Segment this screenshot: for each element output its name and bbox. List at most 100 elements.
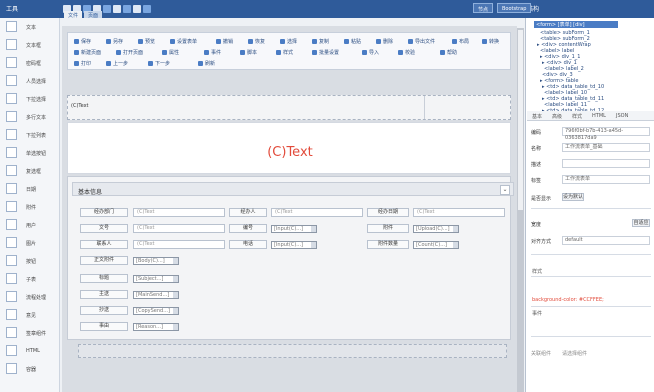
tool-html[interactable]: HTML xyxy=(4,342,58,360)
tree-selected-node[interactable]: <form> [表单] [div] xyxy=(534,21,618,28)
tab-basic[interactable]: 基本 xyxy=(532,113,542,120)
ribbon-validate[interactable]: 校验 xyxy=(398,48,415,56)
divider xyxy=(531,254,651,255)
field-attachment-count[interactable]: [Count(C)...] xyxy=(413,241,459,249)
tool-dropdown[interactable]: 下拉选择 xyxy=(4,90,58,108)
toolbox-panel: 文本 文本框 密码框 人员选择 下拉选择 多行文本 下拉列表 单选按钮 复选框 … xyxy=(0,18,60,392)
ribbon-refresh[interactable]: 刷新 xyxy=(198,59,215,67)
field-copy-send[interactable]: [CopySend...] xyxy=(133,307,179,315)
bootstrap-button[interactable]: Bootstrap xyxy=(497,3,532,13)
tool-attachment[interactable]: 附件 xyxy=(4,198,58,216)
prop-tag-field[interactable]: 工作流表单 xyxy=(562,175,650,184)
copy-icon[interactable] xyxy=(103,5,111,13)
text-placeholder-strip[interactable]: (C)Text xyxy=(67,95,511,120)
prop-desc-field[interactable] xyxy=(562,159,650,168)
ribbon-style[interactable]: 样式 xyxy=(276,48,293,56)
settings-icon[interactable] xyxy=(133,5,141,13)
tool-password[interactable]: 密码框 xyxy=(4,54,58,72)
prop-name-field[interactable]: 工作流表单_基础 xyxy=(562,143,650,152)
form-section-header[interactable]: 基本信息 xyxy=(72,182,514,196)
bottom-drop-zone[interactable] xyxy=(78,344,507,358)
tool-list[interactable]: 下拉列表 xyxy=(4,126,58,144)
field-phone[interactable]: [Input(C)...] xyxy=(271,241,317,249)
ribbon-help[interactable]: 帮助 xyxy=(440,48,457,56)
node-button[interactable]: 节点 xyxy=(473,3,494,13)
ribbon-properties[interactable]: 属性 xyxy=(162,48,179,56)
field-contact[interactable]: (C)Text xyxy=(133,240,225,249)
align-select[interactable]: default xyxy=(562,236,650,245)
label-department: 经办部门 xyxy=(80,208,128,217)
tab-html[interactable]: HTML xyxy=(592,113,606,119)
paste-icon[interactable] xyxy=(113,5,121,13)
field-serial[interactable]: [Input(C)...] xyxy=(271,225,317,233)
field-reason[interactable]: [Reason...] xyxy=(133,323,179,331)
ribbon-new-page[interactable]: 新建页面 xyxy=(74,48,101,56)
tool-flow[interactable]: 流程处理 xyxy=(4,288,58,306)
ribbon-open-page[interactable]: 打开页面 xyxy=(116,48,143,56)
tool-radio[interactable]: 单选按钮 xyxy=(4,144,58,162)
form-title-panel[interactable]: (C)Text xyxy=(67,122,511,174)
tool-text[interactable]: 文本 xyxy=(4,18,58,36)
ribbon-delete[interactable]: 删除 xyxy=(376,37,393,45)
help-icon[interactable] xyxy=(143,5,151,13)
ribbon-copy[interactable]: 复制 xyxy=(312,37,329,45)
ribbon-redo[interactable]: 恢复 xyxy=(248,37,265,45)
tool-button[interactable]: 按钮 xyxy=(4,252,58,270)
tool-person-picker[interactable]: 人员选择 xyxy=(4,72,58,90)
image-icon xyxy=(6,237,17,248)
field-handler[interactable]: (C)Text xyxy=(271,208,363,217)
ribbon-layout[interactable]: 布局 xyxy=(452,37,469,45)
field-subject[interactable]: [Subject...] xyxy=(133,275,179,283)
tool-container[interactable]: 容器 xyxy=(4,360,58,378)
ribbon-toolbar: 保存 另存 预览 设置表单 撤销 恢复 选择 复制 粘贴 删除 导出文件 布局 … xyxy=(67,32,511,70)
ribbon-import[interactable]: 导入 xyxy=(362,48,379,56)
field-doc-number[interactable]: (C)Text xyxy=(133,224,225,233)
css-code-text[interactable]: background-color: #CCFFEE; xyxy=(532,297,604,303)
collapse-icon[interactable]: ⌄ xyxy=(500,185,510,195)
auto-width-button[interactable]: 自适应 xyxy=(632,219,650,227)
tool-user[interactable]: 用户 xyxy=(4,216,58,234)
ribbon-convert[interactable]: 转换 xyxy=(482,37,499,45)
event-section-title: 事件 xyxy=(532,311,543,317)
ribbon-paste[interactable]: 粘贴 xyxy=(344,37,361,45)
ribbon-batch[interactable]: 批量设置 xyxy=(312,48,339,56)
tab-file[interactable]: 文件 xyxy=(64,11,83,19)
tool-signature[interactable]: 签章组件 xyxy=(4,324,58,342)
ribbon-events[interactable]: 事件 xyxy=(204,48,221,56)
field-department[interactable]: (C)Text xyxy=(133,208,225,217)
tool-comment[interactable]: 意见 xyxy=(4,306,58,324)
tool-date[interactable]: 日期 xyxy=(4,180,58,198)
ribbon-save[interactable]: 保存 xyxy=(74,37,91,45)
ribbon-prev-step[interactable]: 上一步 xyxy=(106,59,128,67)
ribbon-select[interactable]: 选择 xyxy=(280,37,297,45)
canvas-scrollbar[interactable] xyxy=(517,28,524,392)
field-body-attachment[interactable]: [Body(C)...] xyxy=(133,257,179,265)
ribbon-next-step[interactable]: 下一步 xyxy=(148,59,170,67)
prop-code-field[interactable]: 796f0bf-b7b-413-a45d-0363817da9 xyxy=(562,127,650,141)
tab-page[interactable]: 页面 xyxy=(84,11,103,19)
ribbon-preview[interactable]: 预览 xyxy=(138,37,155,45)
visibility-toggle-button[interactable]: 设为默认 xyxy=(562,193,584,201)
tab-json[interactable]: JSON xyxy=(616,113,628,119)
ribbon-form-settings[interactable]: 设置表单 xyxy=(170,37,197,45)
tab-style[interactable]: 样式 xyxy=(572,113,582,120)
field-attachment[interactable]: [Upload(C)...] xyxy=(413,225,459,233)
field-date[interactable]: (C)Text xyxy=(413,208,505,217)
label-body-attachment: 正文附件 xyxy=(80,256,128,265)
tool-subtable[interactable]: 子表 xyxy=(4,270,58,288)
tool-textbox[interactable]: 文本框 xyxy=(4,36,58,54)
related-component-picker[interactable]: 请选择组件 xyxy=(562,350,587,357)
prop-label-width: 宽度 xyxy=(531,222,542,228)
tab-advanced[interactable]: 高级 xyxy=(552,113,562,120)
scrollbar-thumb[interactable] xyxy=(518,30,523,210)
ribbon-print[interactable]: 打印 xyxy=(74,59,91,67)
ribbon-save-as[interactable]: 另存 xyxy=(106,37,123,45)
tool-image[interactable]: 图片 xyxy=(4,234,58,252)
ribbon-script[interactable]: 脚本 xyxy=(240,48,257,56)
tool-checkbox[interactable]: 复选框 xyxy=(4,162,58,180)
field-main-send[interactable]: [MainSend...] xyxy=(133,291,179,299)
ribbon-undo[interactable]: 撤销 xyxy=(216,37,233,45)
preview-icon[interactable] xyxy=(123,5,131,13)
ribbon-export[interactable]: 导出文件 xyxy=(408,37,435,45)
tool-multiline[interactable]: 多行文本 xyxy=(4,108,58,126)
